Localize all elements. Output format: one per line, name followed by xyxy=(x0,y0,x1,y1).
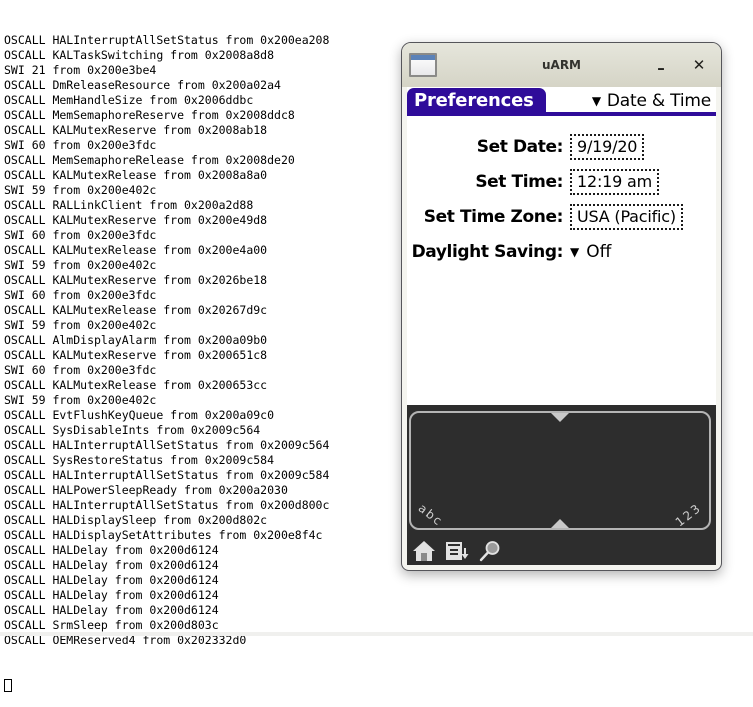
abc-keyboard-tap-target[interactable]: abc xyxy=(416,501,446,529)
log-line: OSCALL HALInterruptAllSetStatus from 0x2… xyxy=(4,33,329,48)
home-icon xyxy=(412,540,436,562)
daylight-saving-dropdown[interactable]: ▼ Off xyxy=(570,242,611,262)
log-line: OSCALL MemSemaphoreRelease from 0x2008de… xyxy=(4,153,329,168)
log-line: OSCALL HALDelay from 0x200d6124 xyxy=(4,573,329,588)
screen-edge-strip xyxy=(0,632,753,636)
close-button[interactable]: ✕ xyxy=(690,58,708,73)
form-row: Set Time: 12:19 am xyxy=(407,164,716,199)
log-line: SWI 21 from 0x200e3be4 xyxy=(4,63,329,78)
window-frame: Preferences ▼ Date & Time Set Date: 9/19… xyxy=(402,87,721,570)
daylight-saving-row: Daylight Saving: ▼ Off xyxy=(407,234,716,269)
log-line: OSCALL HALDelay from 0x200d6124 xyxy=(4,603,329,618)
terminal-log: OSCALL HALInterruptAllSetStatus from 0x2… xyxy=(4,3,329,707)
field-value-button[interactable]: 12:19 am xyxy=(570,169,659,195)
log-line: OSCALL MemHandleSize from 0x2006ddbc xyxy=(4,93,329,108)
home-button[interactable] xyxy=(412,539,436,563)
panel-selector-label: Date & Time xyxy=(607,91,711,111)
log-line: OSCALL KALMutexReserve from 0x2026be18 xyxy=(4,273,329,288)
log-line: OSCALL HALDelay from 0x200d6124 xyxy=(4,543,329,558)
chevron-down-icon: ▼ xyxy=(592,95,601,107)
log-line: OSCALL RALLinkClient from 0x200a2d88 xyxy=(4,198,329,213)
log-line: OSCALL HALInterruptAllSetStatus from 0x2… xyxy=(4,438,329,453)
chevron-down-icon: ▼ xyxy=(570,246,579,258)
find-icon xyxy=(478,540,502,562)
log-line: OSCALL HALInterruptAllSetStatus from 0x2… xyxy=(4,498,329,513)
log-lines: OSCALL HALInterruptAllSetStatus from 0x2… xyxy=(4,33,329,648)
log-line: OSCALL KALTaskSwitching from 0x2008a8d8 xyxy=(4,48,329,63)
log-line: OSCALL DmReleaseResource from 0x200a02a4 xyxy=(4,78,329,93)
field-value-button[interactable]: 9/19/20 xyxy=(570,134,644,160)
uarm-window: uARM – ✕ Preferences ▼ Date & Time Set D… xyxy=(401,42,722,571)
graffiti-input-area[interactable]: abc 123 xyxy=(409,411,711,530)
log-line: OSCALL HALInterruptAllSetStatus from 0x2… xyxy=(4,468,329,483)
log-line: SWI 60 from 0x200e3fdc xyxy=(4,228,329,243)
terminal-cursor xyxy=(4,679,12,692)
log-line: SWI 59 from 0x200e402c xyxy=(4,258,329,273)
expand-arrow-icon[interactable] xyxy=(551,519,569,528)
minimize-button[interactable]: – xyxy=(652,61,670,76)
log-line: OSCALL AlmDisplayAlarm from 0x200a09b0 xyxy=(4,333,329,348)
form-row: Set Date: 9/19/20 xyxy=(407,129,716,164)
preferences-app-tab: Preferences xyxy=(407,88,546,113)
log-line: OSCALL KALMutexRelease from 0x200653cc xyxy=(4,378,329,393)
form-rows: Set Date: 9/19/20 Set Time: 12:19 am Set… xyxy=(407,129,716,234)
datetime-form: Set Date: 9/19/20 Set Time: 12:19 am Set… xyxy=(407,129,716,269)
log-line: OSCALL HALDisplaySleep from 0x200d802c xyxy=(4,513,329,528)
log-line: SWI 60 from 0x200e3fdc xyxy=(4,288,329,303)
daylight-saving-label: Daylight Saving: xyxy=(407,242,570,262)
log-line: OSCALL HALDelay from 0x200d6124 xyxy=(4,558,329,573)
log-line: SWI 59 from 0x200e402c xyxy=(4,393,329,408)
log-line: OSCALL MemSemaphoreReserve from 0x2008dd… xyxy=(4,108,329,123)
log-line: OSCALL KALMutexRelease from 0x20267d9c xyxy=(4,303,329,318)
log-line: OSCALL KALMutexRelease from 0x2008a8a0 xyxy=(4,168,329,183)
log-line: OSCALL SysRestoreStatus from 0x2009c584 xyxy=(4,453,329,468)
window-titlebar[interactable]: uARM – ✕ xyxy=(402,43,721,87)
log-line: OSCALL SrmSleep from 0x200d803c xyxy=(4,618,329,633)
field-label: Set Date: xyxy=(407,137,570,157)
log-line: SWI 59 from 0x200e402c xyxy=(4,183,329,198)
log-line: OSCALL SysDisableInts from 0x2009c564 xyxy=(4,423,329,438)
palm-screen: Preferences ▼ Date & Time Set Date: 9/19… xyxy=(407,87,716,565)
field-label: Set Time Zone: xyxy=(407,207,570,227)
daylight-saving-value: Off xyxy=(586,242,611,262)
silkscreen-area: abc 123 xyxy=(407,405,716,565)
window-controls: – ✕ xyxy=(652,43,708,87)
log-line: OSCALL HALDisplaySetAttributes from 0x20… xyxy=(4,528,329,543)
collapse-arrow-icon[interactable] xyxy=(551,413,569,422)
numeric-keyboard-tap-target[interactable]: 123 xyxy=(673,501,704,530)
menu-icon xyxy=(445,540,469,562)
log-line: OSCALL KALMutexReserve from 0x2008ab18 xyxy=(4,123,329,138)
form-row: Set Time Zone: USA (Pacific) xyxy=(407,199,716,234)
field-label: Set Time: xyxy=(407,172,570,192)
silkscreen-buttons xyxy=(412,539,502,563)
find-button[interactable] xyxy=(478,539,502,563)
log-line: SWI 60 from 0x200e3fdc xyxy=(4,138,329,153)
title-accent-bar xyxy=(407,112,716,116)
field-value-button[interactable]: USA (Pacific) xyxy=(570,204,683,230)
log-line: OSCALL KALMutexRelease from 0x200e4a00 xyxy=(4,243,329,258)
log-line: SWI 60 from 0x200e3fdc xyxy=(4,363,329,378)
menu-button[interactable] xyxy=(445,539,469,563)
log-line: OSCALL KALMutexReserve from 0x200e49d8 xyxy=(4,213,329,228)
log-line: OSCALL EvtFlushKeyQueue from 0x200a09c0 xyxy=(4,408,329,423)
log-line: OSCALL KALMutexReserve from 0x200651c8 xyxy=(4,348,329,363)
log-line: OSCALL HALPowerSleepReady from 0x200a203… xyxy=(4,483,329,498)
log-line: SWI 59 from 0x200e402c xyxy=(4,318,329,333)
panel-selector[interactable]: ▼ Date & Time xyxy=(592,89,711,112)
log-line: OSCALL HALDelay from 0x200d6124 xyxy=(4,588,329,603)
